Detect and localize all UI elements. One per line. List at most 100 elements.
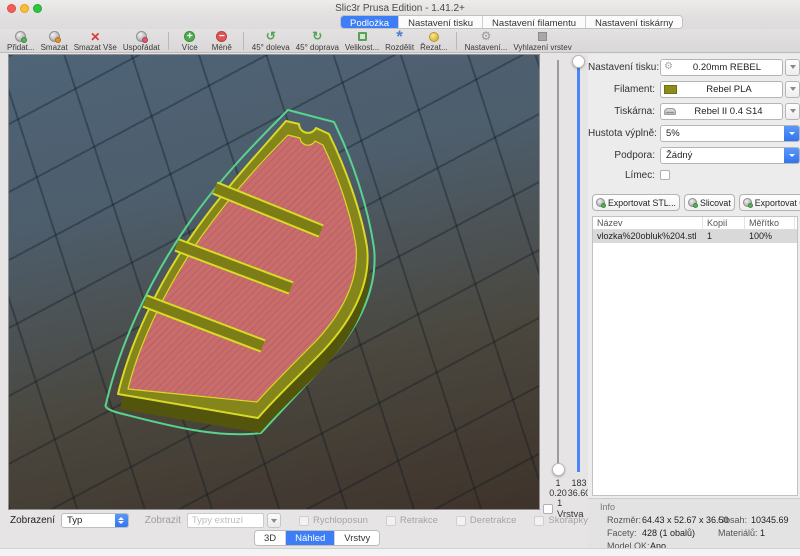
toolbar-separator xyxy=(168,32,169,50)
tab-plater[interactable]: Podložka xyxy=(341,16,399,28)
select-stepper-icon xyxy=(115,513,128,528)
tab-print-settings[interactable]: Nastavení tisku xyxy=(399,16,483,28)
volume-label: Obsah: xyxy=(718,515,747,525)
toolbar: Přidat... Smazat ✕ Smazat Vše Uspořádat … xyxy=(0,29,800,53)
delete-button[interactable]: Smazat xyxy=(41,31,68,52)
rotate-right-icon: ↻ xyxy=(312,31,322,42)
rotate-right-button[interactable]: ↻ 45° doprava xyxy=(296,31,339,52)
object-list-table: Název Kopií Měřítko vlozka%20obluk%204.s… xyxy=(592,216,798,496)
layer-slider-high-handle[interactable] xyxy=(572,55,585,68)
extrusion-filter-dropdown-button[interactable] xyxy=(267,513,281,528)
chevron-down-icon xyxy=(790,87,796,91)
travel-checkbox-row[interactable]: Rychloposun xyxy=(299,515,368,526)
rotate-left-button[interactable]: ↺ 45° doleva xyxy=(252,31,290,52)
dropdown-stepper-icon xyxy=(784,147,799,164)
scale-button[interactable]: Velikost... xyxy=(345,31,379,52)
mode-3d-button[interactable]: 3D xyxy=(255,531,286,545)
fewer-copies-icon: − xyxy=(216,31,227,42)
materials-value: 1 xyxy=(760,528,765,538)
chevron-down-icon xyxy=(790,109,796,113)
titlebar: Slic3r Prusa Edition - 1.41.2+ xyxy=(0,0,800,15)
object-list-header: Název Kopií Měřítko xyxy=(593,217,797,230)
more-copies-button[interactable]: + Více xyxy=(177,31,203,52)
shells-checkbox[interactable] xyxy=(534,516,544,526)
mode-layers-button[interactable]: Vrstvy xyxy=(335,531,379,545)
export-gcode-icon xyxy=(743,198,752,207)
printer-label: Tiskárna: xyxy=(588,106,660,117)
object-list-row[interactable]: vlozka%20obluk%204.stl 1 100% xyxy=(593,230,797,243)
support-label: Podpora: xyxy=(588,150,660,161)
volume-value: 10345.69 xyxy=(751,515,789,525)
cut-button[interactable]: Řezat... xyxy=(420,31,448,52)
object-settings-button[interactable]: ⚙ Nastavení... xyxy=(465,31,508,52)
unretractions-checkbox-row[interactable]: Deretrakce xyxy=(456,515,516,526)
shells-checkbox-row[interactable]: Skořápky xyxy=(534,515,588,526)
printer-combo[interactable]: Rebel II 0.4 S14 xyxy=(660,103,783,120)
slice-icon xyxy=(688,198,697,207)
column-header-name[interactable]: Název xyxy=(593,217,703,229)
gear-icon: ⚙ xyxy=(664,62,673,72)
preview-controls-bar: Zobrazení Typ Zobrazit Typy extruzí Rych… xyxy=(0,512,588,529)
retractions-checkbox-row[interactable]: Retrakce xyxy=(386,515,438,526)
add-button[interactable]: Přidat... xyxy=(7,31,35,52)
dimensions-value: 64.43 x 52.67 x 36.50 xyxy=(642,515,729,525)
support-select[interactable]: Žádný xyxy=(660,147,800,164)
toolbar-separator xyxy=(456,32,457,50)
print-settings-combo[interactable]: ⚙ 0.20mm REBEL xyxy=(660,59,783,76)
print-settings-dropdown-button[interactable] xyxy=(785,59,800,76)
extrusion-filter-input[interactable]: Typy extruzí xyxy=(187,513,264,528)
rotate-left-icon: ↺ xyxy=(266,31,276,42)
export-gcode-button[interactable]: Exportovat G-kód... xyxy=(739,194,800,211)
filament-dropdown-button[interactable] xyxy=(785,81,800,98)
tab-printer-settings[interactable]: Nastavení tiskárny xyxy=(586,16,682,28)
column-header-copies[interactable]: Kopií xyxy=(703,217,745,229)
column-header-scale[interactable]: Měřítko xyxy=(745,217,795,229)
layer-slider-low-track[interactable] xyxy=(557,60,559,472)
tab-filament-settings[interactable]: Nastavení filamentu xyxy=(483,16,586,28)
app-window: Slic3r Prusa Edition - 1.41.2+ Podložka … xyxy=(0,0,800,556)
delete-all-icon: ✕ xyxy=(90,32,100,42)
split-icon: * xyxy=(396,30,403,43)
slice-button[interactable]: Slicovat xyxy=(684,194,735,211)
toolbar-separator xyxy=(243,32,244,50)
chevron-down-icon xyxy=(271,519,277,523)
travel-checkbox[interactable] xyxy=(299,516,309,526)
split-button[interactable]: * Rozdělit xyxy=(385,31,414,52)
layer-slider-low-handle[interactable] xyxy=(552,463,565,476)
layer-slider-high-track[interactable] xyxy=(577,60,580,472)
dropdown-stepper-icon xyxy=(784,125,799,142)
filament-combo[interactable]: Rebel PLA xyxy=(660,81,783,98)
layer-smoothing-button[interactable]: Vyhlazení vrstev xyxy=(513,31,571,52)
info-title: Info xyxy=(600,502,615,512)
printer-dropdown-button[interactable] xyxy=(785,103,800,120)
sliced-model-preview[interactable] xyxy=(9,55,541,511)
add-object-icon xyxy=(15,31,26,42)
unretractions-checkbox[interactable] xyxy=(456,516,466,526)
settings-panel: Nastavení tisku: ⚙ 0.20mm REBEL Filament… xyxy=(588,54,800,556)
footer-strip xyxy=(0,548,800,556)
view-mode-row: 3D Náhled Vrstvy xyxy=(0,530,588,547)
export-stl-button[interactable]: Exportovat STL... xyxy=(592,194,680,211)
brim-label: Límec: xyxy=(588,170,660,181)
more-copies-icon: + xyxy=(184,31,195,42)
view-mode-label: Zobrazení xyxy=(10,515,55,526)
scale-icon xyxy=(358,32,367,41)
infill-density-label: Hustota výplně: xyxy=(588,128,660,139)
infill-density-select[interactable]: 5% xyxy=(660,125,800,142)
mode-preview-button[interactable]: Náhled xyxy=(286,531,335,545)
fewer-copies-button[interactable]: − Méně xyxy=(209,31,235,52)
show-label: Zobrazit xyxy=(145,515,181,526)
export-stl-icon xyxy=(596,198,605,207)
brim-checkbox[interactable] xyxy=(660,170,670,180)
3d-viewport[interactable] xyxy=(8,54,540,510)
materials-label: Materiálů: xyxy=(718,528,758,538)
layer-smoothing-icon xyxy=(538,32,547,41)
facets-value: 428 (1 obalů) xyxy=(642,528,695,538)
delete-all-button[interactable]: ✕ Smazat Vše xyxy=(74,31,117,52)
dimensions-label: Rozměr: xyxy=(607,515,641,525)
retractions-checkbox[interactable] xyxy=(386,516,396,526)
delete-object-icon xyxy=(49,31,60,42)
view-mode-select[interactable]: Typ xyxy=(61,513,129,528)
print-settings-label: Nastavení tisku: xyxy=(588,62,660,73)
arrange-button[interactable]: Uspořádat xyxy=(123,31,160,52)
